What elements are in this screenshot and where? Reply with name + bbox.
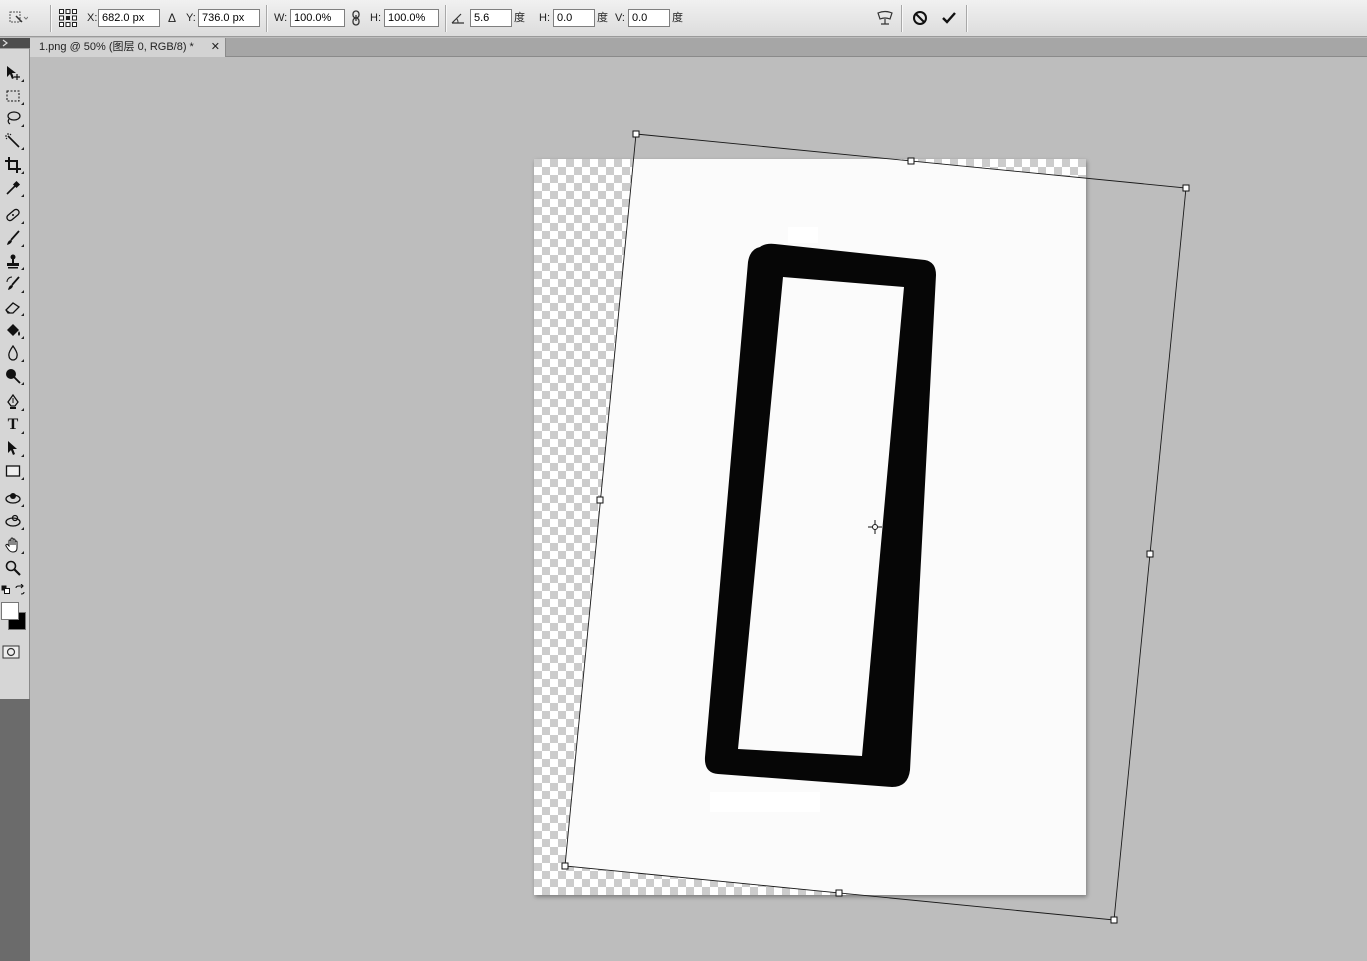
reference-point-icon[interactable]	[58, 8, 78, 28]
hand-tool-icon	[5, 537, 18, 553]
handle-bottom-right[interactable]	[1110, 916, 1118, 924]
brush-tool[interactable]	[2, 228, 24, 248]
zoom-tool-icon	[5, 560, 21, 576]
paint-bucket-tool-icon	[7, 324, 20, 336]
separator	[901, 5, 903, 32]
hand-tool[interactable]	[2, 535, 24, 555]
separator	[266, 5, 268, 32]
handle-right[interactable]	[1146, 550, 1154, 558]
dodge-tool-icon	[6, 369, 21, 384]
path-selection-tool[interactable]	[2, 438, 24, 458]
marquee-tool[interactable]	[2, 86, 24, 106]
default-colors-icon[interactable]	[1, 585, 11, 595]
y-position-input[interactable]	[198, 9, 260, 27]
separator	[445, 5, 447, 32]
tools-panel: T	[0, 38, 30, 961]
type-tool-icon: T	[7, 416, 19, 433]
x-position-input[interactable]	[98, 9, 160, 27]
eraser-tool-icon	[5, 302, 21, 314]
delta-triangle-icon[interactable]: Δ	[168, 9, 176, 27]
3d-rotate-tool-icon	[5, 493, 21, 504]
pen-tool[interactable]	[2, 392, 24, 412]
y-label: Y:	[186, 12, 196, 24]
link-icon[interactable]	[348, 8, 364, 28]
magic-wand-tool[interactable]	[2, 131, 24, 151]
lasso-tool-icon	[7, 111, 21, 125]
canvas-area[interactable]	[30, 57, 1367, 961]
type-tool[interactable]: T	[2, 415, 24, 435]
transform-preset-icon[interactable]	[8, 8, 28, 28]
path-selection-tool-icon	[8, 441, 17, 455]
horizontal-skew-input[interactable]	[553, 9, 595, 27]
height-label: H:	[370, 12, 381, 24]
3d-orbit-tool-icon	[5, 514, 21, 527]
dodge-tool[interactable]	[2, 366, 24, 386]
hskew-label: H:	[539, 12, 550, 24]
rectangle-tool[interactable]	[2, 461, 24, 481]
rotate-angle-icon	[450, 8, 466, 28]
document-tab[interactable]: 1.png @ 50% (图层 0, RGB/8) * ✕	[30, 38, 226, 57]
lasso-tool[interactable]	[2, 108, 24, 128]
cancel-transform-icon[interactable]	[910, 8, 930, 28]
foreground-color-swatch[interactable]	[1, 602, 19, 620]
pen-tool-icon	[7, 394, 19, 409]
tools-panel-grip[interactable]	[0, 38, 30, 48]
spot-healing-tool-icon	[6, 208, 20, 222]
clone-stamp-tool-icon	[7, 254, 19, 269]
vskew-unit: 度	[672, 12, 683, 24]
vertical-skew-input[interactable]	[628, 9, 670, 27]
warp-mode-icon[interactable]	[875, 8, 895, 28]
handle-left[interactable]	[596, 496, 604, 504]
brush-tool-icon	[7, 230, 20, 245]
layer-content	[565, 159, 1086, 895]
3d-rotate-tool[interactable]	[2, 488, 24, 508]
handle-top[interactable]	[907, 157, 915, 165]
spot-healing-tool[interactable]	[2, 205, 24, 225]
rotate-unit: 度	[514, 12, 525, 24]
clone-stamp-tool[interactable]	[2, 251, 24, 271]
options-bar: X: Δ Y: W: H: 度 H: 度 V: 度	[0, 0, 1367, 37]
height-input[interactable]	[384, 9, 439, 27]
handle-top-left[interactable]	[632, 130, 640, 138]
document-tab-title: 1.png @ 50% (图层 0, RGB/8) *	[39, 41, 194, 53]
eyedropper-tool-icon	[6, 180, 21, 195]
rotated-layer[interactable]	[565, 134, 1186, 920]
rotate-input[interactable]	[470, 9, 512, 27]
separator	[966, 5, 968, 32]
eyedropper-tool[interactable]	[2, 178, 24, 198]
history-brush-tool[interactable]	[2, 274, 24, 294]
width-label: W:	[274, 12, 288, 24]
crop-tool[interactable]	[2, 155, 24, 175]
separator	[50, 5, 52, 32]
move-tool-icon	[7, 66, 20, 80]
marquee-tool-icon	[6, 90, 20, 102]
history-brush-tool-icon	[6, 276, 20, 290]
width-input[interactable]	[290, 9, 345, 27]
handle-bottom-left[interactable]	[561, 862, 569, 870]
canvas[interactable]	[30, 57, 1367, 961]
blur-tool[interactable]	[2, 343, 24, 363]
zoom-tool[interactable]	[2, 558, 24, 578]
blur-tool-icon	[8, 345, 18, 361]
x-label: X:	[87, 12, 98, 24]
3d-orbit-tool[interactable]	[2, 511, 24, 531]
crop-tool-icon	[5, 157, 21, 173]
move-tool[interactable]	[2, 63, 24, 83]
handle-top-right[interactable]	[1182, 184, 1190, 192]
close-icon[interactable]: ✕	[211, 38, 220, 56]
magic-wand-tool-icon	[5, 133, 20, 148]
tools-list: T	[0, 48, 30, 699]
document-tab-bar: 1.png @ 50% (图层 0, RGB/8) * ✕	[30, 38, 1367, 57]
hskew-unit: 度	[597, 12, 608, 24]
vskew-label: V:	[615, 12, 625, 24]
handle-bottom[interactable]	[835, 889, 843, 897]
swap-colors-icon[interactable]	[14, 583, 26, 596]
quick-mask-icon[interactable]	[2, 645, 20, 659]
commit-transform-icon[interactable]	[939, 8, 959, 28]
paint-bucket-tool[interactable]	[2, 320, 24, 340]
rectangle-tool-icon	[5, 465, 21, 477]
eraser-tool[interactable]	[2, 297, 24, 317]
